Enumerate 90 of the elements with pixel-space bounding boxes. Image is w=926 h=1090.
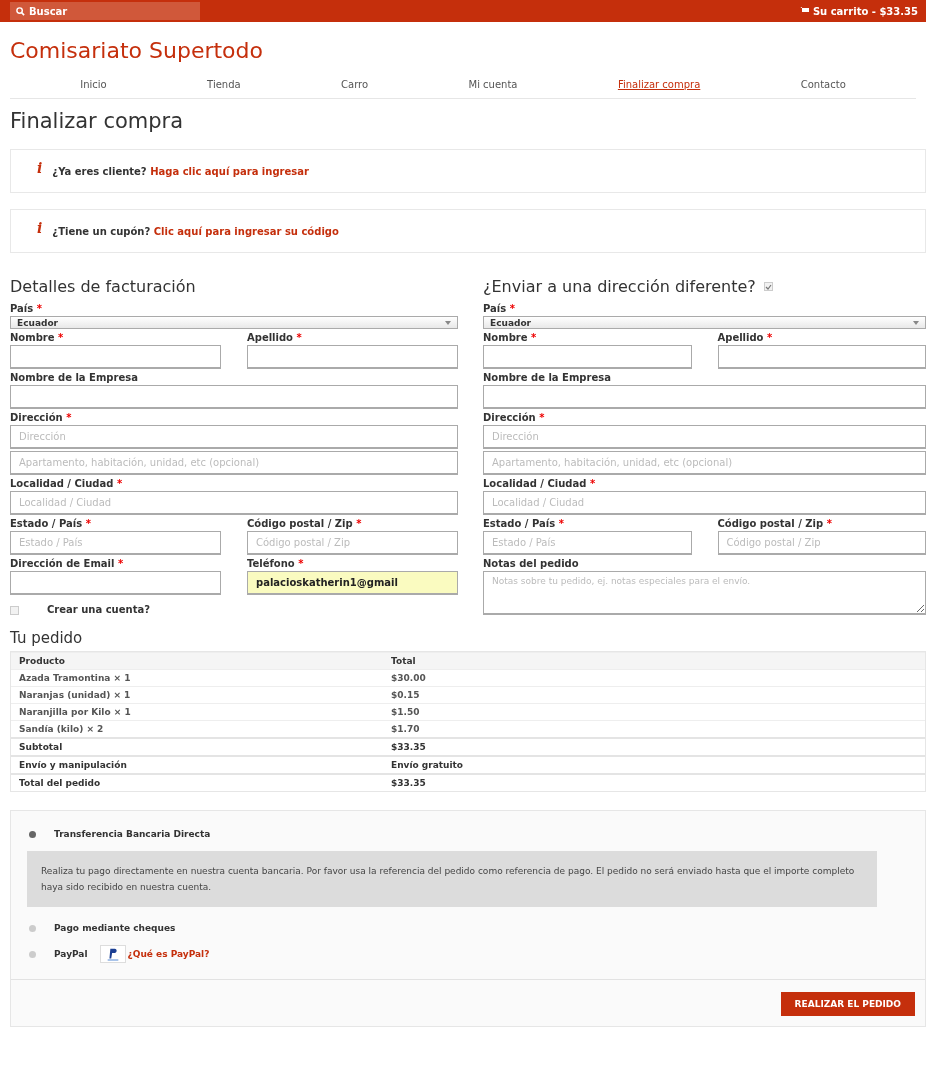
input-field[interactable] xyxy=(10,385,458,409)
field-label: Dirección * xyxy=(10,411,73,425)
cart-icon xyxy=(799,7,809,15)
search-field[interactable]: Buscar xyxy=(10,2,200,20)
input-field[interactable] xyxy=(10,345,221,369)
nav-link[interactable]: Mi cuenta xyxy=(468,79,518,90)
payment-method-label: Pago mediante cheques xyxy=(54,923,176,933)
table-cell-text: Subtotal xyxy=(18,741,64,754)
notice-text: ¿Ya eres cliente? Haga clic aquí para ingresar xyxy=(52,165,309,177)
input-field[interactable]: Dirección xyxy=(483,425,926,449)
field-label: País * xyxy=(10,302,43,316)
field-label: Estado / País * xyxy=(483,517,565,531)
field-label: Notas del pedido xyxy=(483,557,580,571)
input-field[interactable]: Apartamento, habitación, unidad, etc (opcional) xyxy=(10,451,458,475)
table-cell-text: $33.35 xyxy=(390,741,427,754)
checkbox[interactable] xyxy=(10,605,19,615)
nav-link[interactable]: Carro xyxy=(341,79,369,90)
input-field[interactable] xyxy=(483,385,926,409)
section-heading: Tu pedido xyxy=(9,628,84,649)
field-label: Apellido * xyxy=(247,331,303,345)
table-cell-text: Total del pedido xyxy=(18,777,102,790)
country-select[interactable]: Ecuador xyxy=(483,316,926,329)
field-label: País * xyxy=(483,302,516,316)
input-field[interactable] xyxy=(483,345,692,369)
field-label: Dirección * xyxy=(483,411,546,425)
table-cell-text: $1.70 xyxy=(390,723,421,736)
radio-button[interactable] xyxy=(29,924,36,932)
input-field[interactable] xyxy=(717,345,926,369)
info-icon: i xyxy=(37,220,43,236)
table-cell-text: Sandía (kilo) × 2 xyxy=(18,723,105,736)
input-field[interactable]: Dirección xyxy=(10,425,458,449)
input-field[interactable]: Localidad / Ciudad xyxy=(10,491,458,515)
caret-icon xyxy=(913,320,919,325)
field-label: Localidad / Ciudad * xyxy=(10,477,124,491)
place-order-button[interactable]: REALIZAR EL PEDIDO xyxy=(780,992,915,1016)
input-field[interactable]: Estado / País xyxy=(10,531,221,555)
checkbox-label: Crear una cuenta? xyxy=(47,603,150,617)
table-cell-text: Envío y manipulación xyxy=(18,759,128,772)
table-cell-text: $33.35 xyxy=(390,777,427,790)
field-label: Nombre * xyxy=(483,331,538,345)
field-label: Dirección de Email * xyxy=(10,557,125,571)
field-label: Nombre de la Empresa xyxy=(483,371,612,385)
info-icon: i xyxy=(37,160,43,176)
input-field[interactable]: palacioskatherin1@gmail xyxy=(247,571,458,595)
input-field[interactable]: Localidad / Ciudad xyxy=(483,491,926,515)
field-label: Código postal / Zip * xyxy=(717,517,833,531)
caret-icon xyxy=(445,320,451,325)
page-title: Finalizar compra xyxy=(9,108,185,133)
payment-method-label: Transferencia Bancaria Directa xyxy=(54,829,211,839)
nav-link[interactable]: Tienda xyxy=(207,79,241,90)
table-cell-text: $30.00 xyxy=(390,672,427,685)
field-label: Teléfono * xyxy=(247,557,305,571)
radio-button[interactable] xyxy=(29,950,36,958)
input-field[interactable]: Código postal / Zip xyxy=(247,531,458,555)
country-select[interactable]: Ecuador xyxy=(10,316,458,329)
input-field[interactable]: Estado / País xyxy=(483,531,692,555)
field-label: Estado / País * xyxy=(10,517,92,531)
column-header: Total xyxy=(390,655,417,668)
nav-link[interactable]: Finalizar compra xyxy=(617,79,701,90)
payment-description: Realiza tu pago directamente en nuestra cuenta bancaria. Por favor usa la referencia del pedido como referencia de pago. El pedido no será enviado hasta que el importe completo haya sido recibido en nuestra cuenta. xyxy=(27,851,877,907)
field-label: Apellido * xyxy=(717,331,774,345)
field-label: Código postal / Zip * xyxy=(247,517,363,531)
table-cell-text: $0.15 xyxy=(390,689,421,702)
notice-link[interactable]: Clic aquí para ingresar su código xyxy=(153,225,339,237)
checkbox[interactable] xyxy=(763,282,773,291)
search-icon xyxy=(16,6,25,16)
input-field[interactable]: Código postal / Zip xyxy=(717,531,926,555)
input-field[interactable]: Apartamento, habitación, unidad, etc (opcional) xyxy=(483,451,926,475)
table-cell-text: Envío gratuito xyxy=(390,759,465,772)
table-cell-text: Azada Tramontina × 1 xyxy=(18,672,132,685)
section-heading: Detalles de facturación xyxy=(10,277,196,296)
table-cell-text: Naranjas (unidad) × 1 xyxy=(18,689,132,702)
radio-button[interactable] xyxy=(29,830,36,838)
field-label: Nombre de la Empresa xyxy=(10,371,139,385)
nav-link[interactable]: Contacto xyxy=(800,79,846,90)
field-label: Nombre * xyxy=(10,331,65,345)
nav-link[interactable]: Inicio xyxy=(80,79,107,90)
notice-link[interactable]: Haga clic aquí para ingresar xyxy=(150,165,309,177)
site-title: Comisariato Supertodo xyxy=(9,37,264,65)
cart-link[interactable]: Su carrito - $33.35 xyxy=(799,5,918,17)
input-field[interactable] xyxy=(10,571,221,595)
notice-text: ¿Tiene un cupón? Clic aquí para ingresar su código xyxy=(52,225,339,237)
table-cell-text: $1.50 xyxy=(390,706,421,719)
paypal-info-link[interactable]: ¿Qué es PayPal? xyxy=(127,949,210,959)
field-label: Localidad / Ciudad * xyxy=(483,477,597,491)
table-cell-text: Naranjilla por Kilo × 1 xyxy=(18,706,132,719)
section-heading: ¿Enviar a una dirección diferente? xyxy=(483,277,756,296)
input-field[interactable] xyxy=(247,345,458,369)
payment-method-label: PayPal xyxy=(54,949,88,959)
column-header: Producto xyxy=(18,655,66,668)
